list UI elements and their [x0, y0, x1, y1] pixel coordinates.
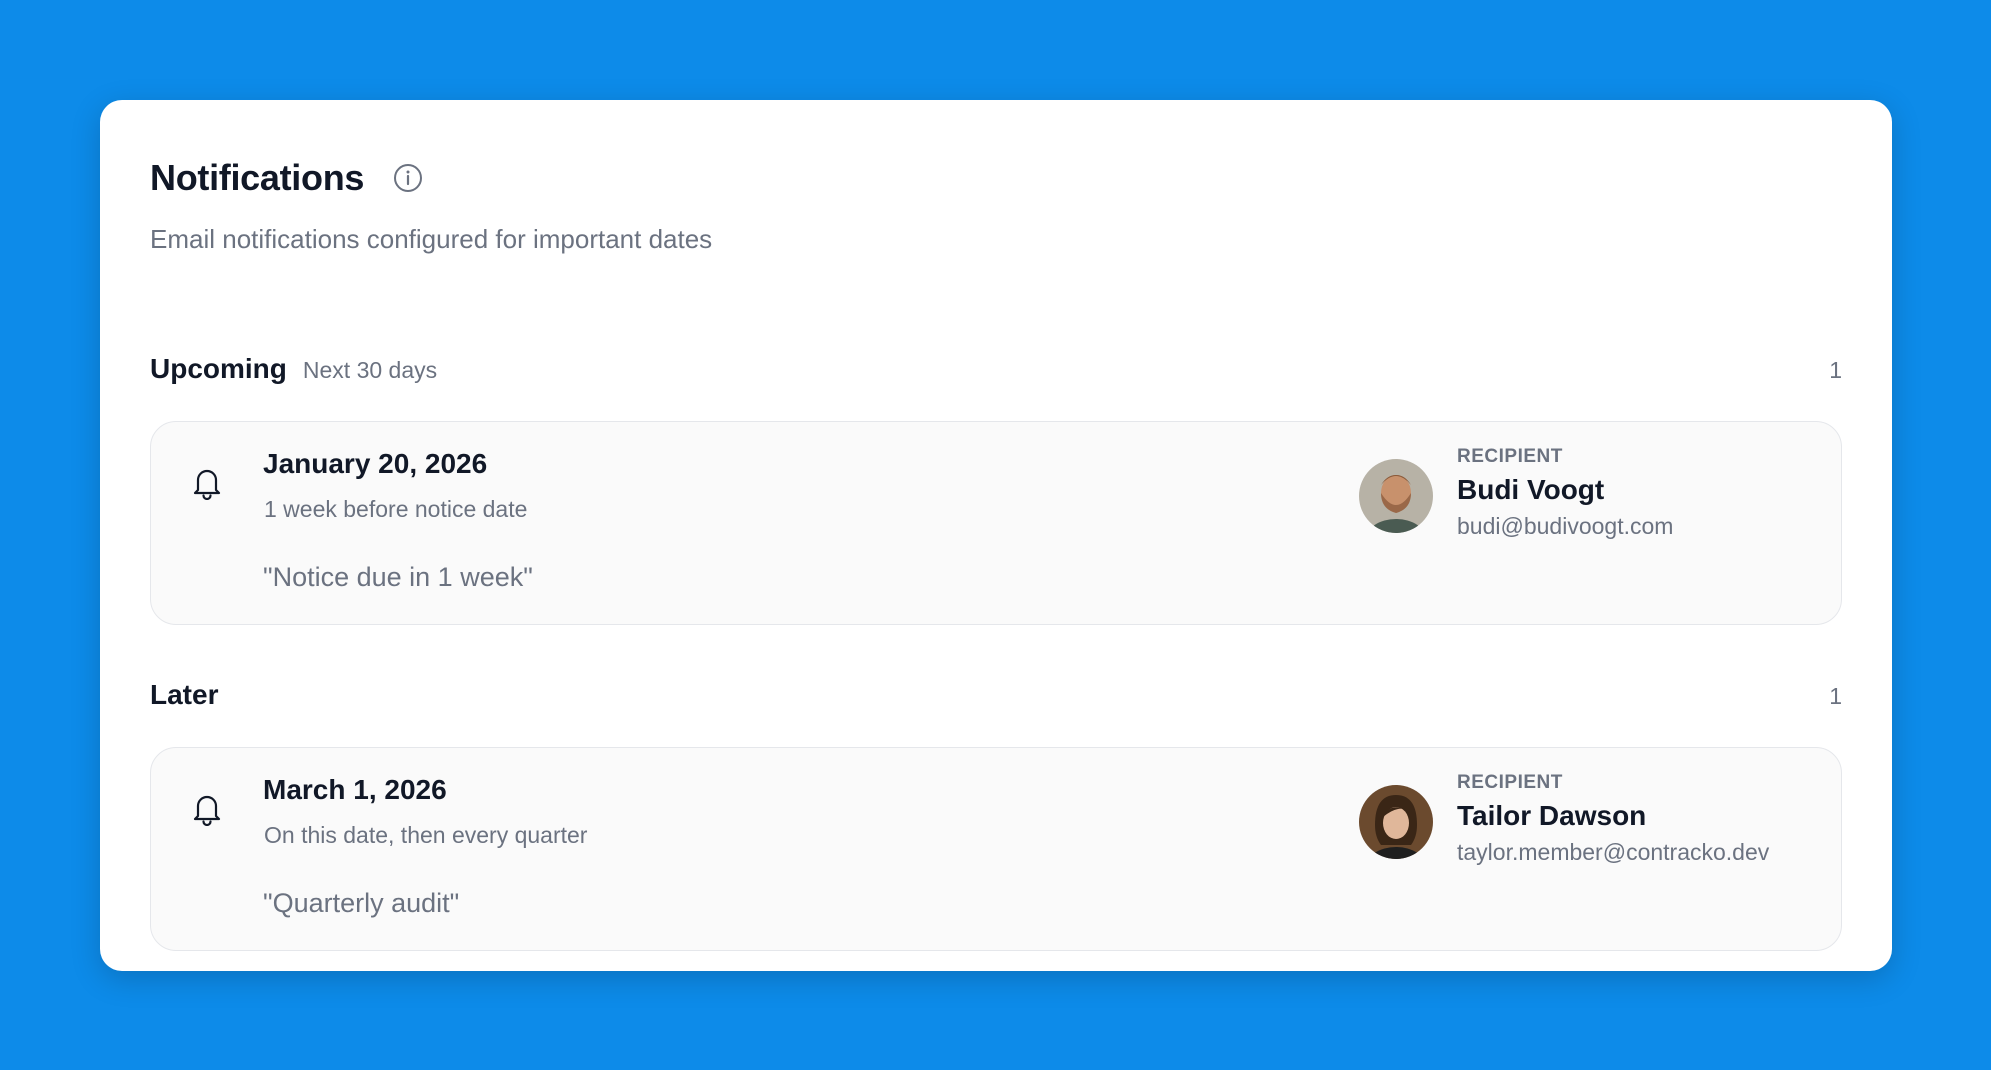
page-title: Notifications	[150, 157, 365, 198]
recipient-name: Tailor Dawson	[1457, 800, 1647, 831]
section-upcoming: Upcoming Next 30 days 1 January 20, 2026…	[150, 353, 1842, 625]
recipient-label: RECIPIENT	[1457, 772, 1563, 793]
notification-date: January 20, 2026	[263, 448, 488, 479]
section-later: Later 1 March 1, 2026 On this date, then…	[150, 679, 1842, 951]
section-header: Later 1	[150, 679, 1842, 719]
bell-icon	[191, 466, 223, 500]
recipient-label: RECIPIENT	[1457, 446, 1563, 467]
recipient-email: budi@budivoogt.com	[1457, 513, 1674, 539]
section-title: Upcoming	[150, 353, 287, 384]
avatar	[1359, 459, 1433, 533]
avatar	[1359, 785, 1433, 859]
notification-date: March 1, 2026	[263, 774, 447, 805]
recipient-email: taylor.member@contracko.dev	[1457, 839, 1770, 865]
section-count: 1	[1829, 357, 1842, 383]
notification-message: "Quarterly audit"	[263, 888, 460, 918]
section-title: Later	[150, 679, 219, 710]
notification-card[interactable]: January 20, 2026 1 week before notice da…	[150, 421, 1842, 625]
section-header: Upcoming Next 30 days 1	[150, 353, 1842, 393]
bell-icon	[191, 792, 223, 826]
recipient-name: Budi Voogt	[1457, 474, 1605, 505]
info-circle-icon[interactable]	[392, 162, 424, 194]
page-subtitle: Email notifications configured for impor…	[150, 224, 713, 254]
notification-rule: On this date, then every quarter	[264, 822, 588, 848]
section-count: 1	[1829, 683, 1842, 709]
notification-rule: 1 week before notice date	[264, 496, 528, 522]
section-subtitle: Next 30 days	[302, 357, 438, 383]
header: Notifications	[150, 150, 1842, 206]
notification-message: "Notice due in 1 week"	[263, 562, 533, 592]
notifications-panel: Notifications Email notifications config…	[100, 100, 1892, 971]
notification-card[interactable]: March 1, 2026 On this date, then every q…	[150, 747, 1842, 951]
